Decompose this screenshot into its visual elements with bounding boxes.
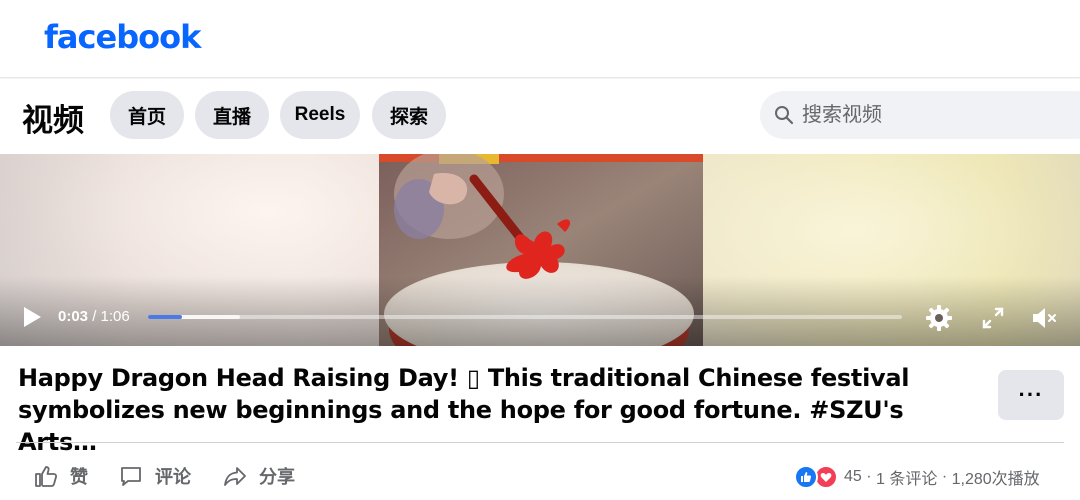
view-count: 1,280次播放 [951,471,1040,488]
top-bar: facebook [0,0,1080,78]
current-time: 0:03 [58,308,89,325]
reaction-count[interactable]: 45 [844,468,862,486]
comment-button[interactable]: 评论 [119,458,191,494]
video-nav-bar: 视频 首页 直播 Reels 探索 [0,79,1080,153]
progress-bar[interactable] [148,315,902,319]
divider [16,442,1064,443]
more-icon: ··· [1018,382,1044,407]
duration: 1:06 [100,308,130,325]
share-label: 分享 [259,467,295,487]
volume-muted-icon[interactable] [1030,303,1060,333]
video-controls: 0:03 / 1:06 [0,296,1080,340]
like-reaction-icon[interactable] [794,465,818,489]
like-label: 赞 [70,467,88,487]
search-icon [775,106,794,125]
stats-separator: · [937,468,952,485]
search-box[interactable] [760,91,1080,139]
stats-separator: · [861,468,877,485]
playback-time: 0:03 / 1:06 [58,308,130,325]
tab-label: 首页 [127,106,166,128]
comment-count[interactable]: 1 条评论 [876,465,937,489]
time-separator: / [88,308,101,325]
gear-icon[interactable] [924,303,954,333]
comment-icon [121,467,141,486]
tab-live[interactable]: 直播 [195,91,269,139]
tab-label: Reels [294,104,346,125]
thumbs-up-icon [35,466,58,487]
share-icon [224,467,246,486]
tab-label: 直播 [212,106,251,128]
post-stats: 45 · 1 条评论 · 1,280次播放 [794,462,1040,492]
search-input[interactable] [802,103,1062,127]
comment-label: 评论 [155,467,191,487]
tab-label: 探索 [389,106,428,128]
post-title[interactable]: Happy Dragon Head Raising Day! ▯ This tr… [18,362,978,458]
share-button[interactable]: 分享 [223,458,295,494]
tab-home[interactable]: 首页 [110,91,184,139]
facebook-logo[interactable]: facebook [44,18,201,56]
more-options-button[interactable]: ··· [998,370,1064,420]
like-button[interactable]: 赞 [34,458,88,494]
tab-explore[interactable]: 探索 [372,91,446,139]
fullscreen-icon[interactable] [978,303,1008,333]
play-icon[interactable] [22,306,42,328]
tab-reels[interactable]: Reels [280,91,360,139]
page-title: 视频 [22,103,84,138]
progress-fill [148,315,182,319]
